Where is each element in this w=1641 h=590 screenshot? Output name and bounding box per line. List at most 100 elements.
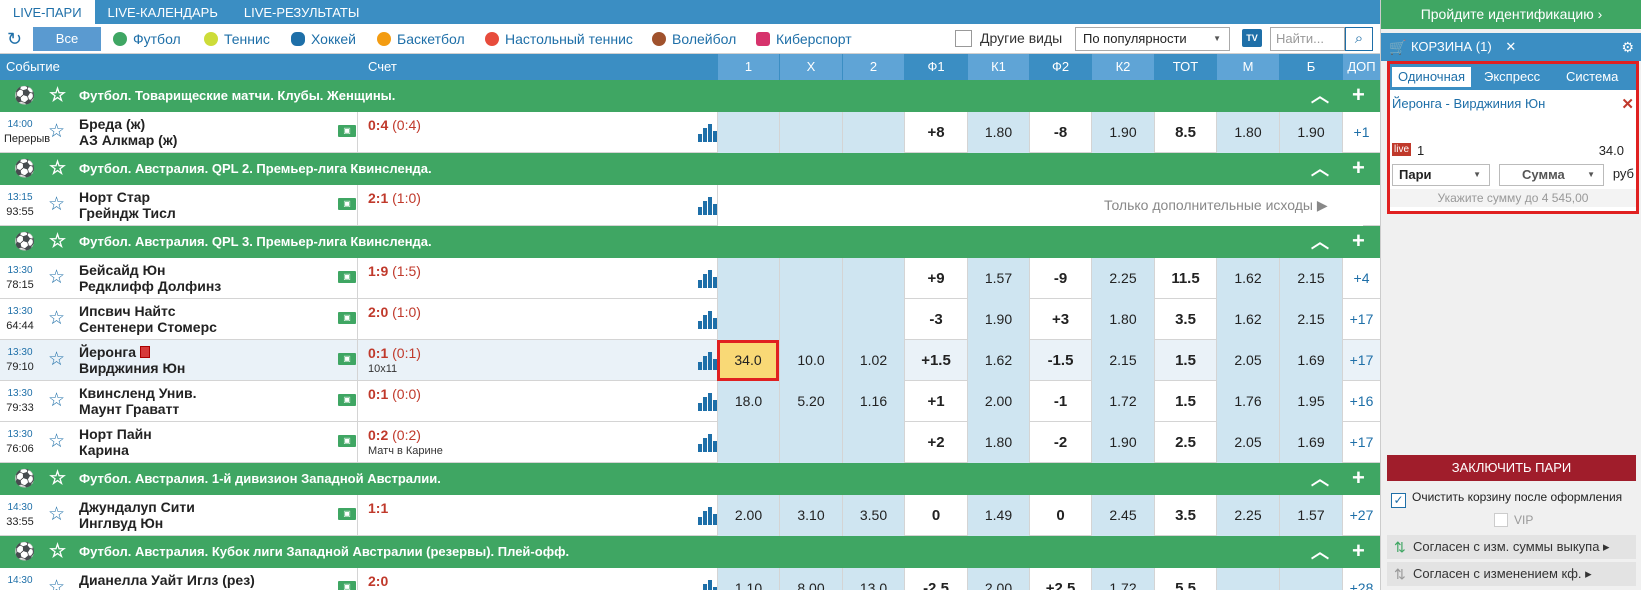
tab-system[interactable]: Система [1566, 67, 1618, 87]
agree-cashout-option[interactable]: ⇅ Согласен с изм. суммы выкупа ▸ [1387, 535, 1636, 559]
odd-cell[interactable]: 3.5 [1154, 299, 1216, 340]
odd-cell[interactable]: 2.15 [1279, 258, 1342, 299]
field-icon[interactable]: ▣ [338, 312, 356, 324]
stats-icon[interactable] [698, 124, 717, 142]
odd-cell[interactable]: +1 [904, 381, 967, 422]
team-names[interactable]: Квинсленд Унив. Маунт Граватт [79, 385, 196, 417]
stats-icon[interactable] [698, 580, 717, 590]
close-icon[interactable]: ✕ [1505, 39, 1516, 54]
odd-cell[interactable]: 1.90 [1279, 112, 1342, 153]
add-icon[interactable]: + [1352, 538, 1365, 564]
gear-icon[interactable]: ⚙ [1621, 33, 1634, 61]
odd-cell[interactable]: 8.5 [1154, 112, 1216, 153]
odd-cell[interactable]: +1.5 [904, 340, 967, 381]
chevron-up-icon[interactable]: ︿ [1311, 82, 1329, 108]
stats-icon[interactable] [698, 311, 717, 329]
odd-cell[interactable]: 1.62 [967, 340, 1029, 381]
odd-cell[interactable]: 8.00 [779, 568, 842, 590]
odd-cell[interactable]: 2.5 [1154, 422, 1216, 463]
star-icon[interactable]: ☆ [48, 391, 65, 410]
odd-cell[interactable] [717, 258, 779, 299]
star-icon[interactable]: ☆ [49, 542, 66, 561]
team-names[interactable]: Ипсвич Найтс Сентенери Стомерс [79, 303, 217, 335]
odd-cell[interactable]: -2.5 [904, 568, 967, 590]
odd-cell[interactable]: 1.80 [1091, 299, 1154, 340]
odd-cell[interactable] [779, 112, 842, 153]
odd-cell[interactable]: 1.10 [717, 568, 779, 590]
odd-cell[interactable]: 1.02 [842, 340, 904, 381]
field-icon[interactable]: ▣ [338, 125, 356, 137]
odd-cell[interactable]: -9 [1029, 258, 1091, 299]
odd-cell[interactable]: 11.5 [1154, 258, 1216, 299]
odd-cell[interactable]: 2.05 [1216, 340, 1279, 381]
field-icon[interactable]: ▣ [338, 581, 356, 590]
team-names[interactable]: Дианелла Уайт Иглз (рез) [79, 572, 255, 588]
odd-cell[interactable]: 0 [1029, 495, 1091, 536]
odd-cell[interactable]: 2.15 [1091, 340, 1154, 381]
odd-cell[interactable]: 1.72 [1091, 568, 1154, 590]
more-markets-link[interactable]: +16 [1342, 381, 1380, 422]
odd-cell[interactable]: 1.90 [967, 299, 1029, 340]
odd-cell[interactable] [842, 112, 904, 153]
odd-cell[interactable]: -2 [1029, 422, 1091, 463]
other-sports-checkbox[interactable] [955, 30, 972, 47]
place-bet-button[interactable]: ЗАКЛЮЧИТЬ ПАРИ [1387, 455, 1636, 481]
tab-live-calendar[interactable]: LIVE-КАЛЕНДАРЬ [95, 0, 231, 24]
remove-bet-icon[interactable]: ✕ [1621, 95, 1634, 113]
stats-icon[interactable] [698, 393, 717, 411]
odd-cell[interactable] [717, 112, 779, 153]
chevron-up-icon[interactable]: ︿ [1311, 538, 1329, 564]
field-icon[interactable]: ▣ [338, 508, 356, 520]
odd-cell[interactable]: 1.95 [1279, 381, 1342, 422]
odd-cell[interactable]: 3.5 [1154, 495, 1216, 536]
odd-cell[interactable] [717, 299, 779, 340]
odd-cell[interactable]: 2.05 [1216, 422, 1279, 463]
odd-cell[interactable]: 18.0 [717, 381, 779, 422]
odd-cell[interactable]: 1.69 [1279, 340, 1342, 381]
more-markets-link[interactable]: +17 [1342, 422, 1380, 463]
odd-cell[interactable]: 2.45 [1091, 495, 1154, 536]
odd-cell[interactable]: 1.69 [1279, 422, 1342, 463]
star-icon[interactable]: ☆ [48, 350, 65, 369]
checkbox-checked-icon[interactable]: ✓ [1391, 493, 1406, 508]
more-markets-link[interactable]: +4 [1342, 258, 1380, 299]
all-sports-button[interactable]: Все [33, 27, 101, 51]
star-icon[interactable]: ☆ [48, 578, 65, 590]
sport-basketball[interactable]: Баскетбол [377, 30, 465, 48]
odd-cell[interactable] [1279, 568, 1342, 590]
star-icon[interactable]: ☆ [49, 469, 66, 488]
star-icon[interactable]: ☆ [48, 309, 65, 328]
odd-cell[interactable]: 1.5 [1154, 381, 1216, 422]
star-icon[interactable]: ☆ [48, 195, 65, 214]
team-names[interactable]: Йеронга Вирджиния Юн [79, 344, 185, 376]
odd-cell[interactable]: 1.90 [1091, 112, 1154, 153]
odd-cell[interactable]: 1.80 [967, 422, 1029, 463]
more-markets-link[interactable]: +27 [1342, 495, 1380, 536]
bet-amount-input[interactable]: Сумма ▼ [1499, 164, 1604, 186]
team-names[interactable]: Бреда (ж) АЗ Алкмар (ж) [79, 116, 177, 148]
add-icon[interactable]: + [1352, 82, 1365, 108]
more-markets-link[interactable]: +1 [1342, 112, 1380, 153]
bet-type-select[interactable]: Пари ▼ [1392, 164, 1490, 186]
odd-cell[interactable]: 0 [904, 495, 967, 536]
odd-cell[interactable]: 1.62 [1216, 299, 1279, 340]
add-icon[interactable]: + [1352, 228, 1365, 254]
odd-cell[interactable]: +3 [1029, 299, 1091, 340]
stats-icon[interactable] [698, 197, 717, 215]
field-icon[interactable]: ▣ [338, 271, 356, 283]
more-markets-link[interactable]: +17 [1342, 340, 1380, 381]
star-icon[interactable]: ☆ [48, 122, 65, 141]
sport-tennis[interactable]: Теннис [204, 30, 270, 48]
add-icon[interactable]: + [1352, 155, 1365, 181]
odd-cell[interactable]: 1.90 [1091, 422, 1154, 463]
search-input[interactable]: Найти... [1270, 27, 1345, 51]
search-button[interactable]: ⌕ [1345, 27, 1373, 51]
star-icon[interactable]: ☆ [49, 232, 66, 251]
field-icon[interactable]: ▣ [338, 394, 356, 406]
stats-icon[interactable] [698, 434, 717, 452]
odd-cell[interactable]: +9 [904, 258, 967, 299]
field-icon[interactable]: ▣ [338, 435, 356, 447]
odd-cell[interactable]: 1.76 [1216, 381, 1279, 422]
odd-cell[interactable]: 3.10 [779, 495, 842, 536]
team-names[interactable]: Норт Пайн Карина [79, 426, 152, 458]
